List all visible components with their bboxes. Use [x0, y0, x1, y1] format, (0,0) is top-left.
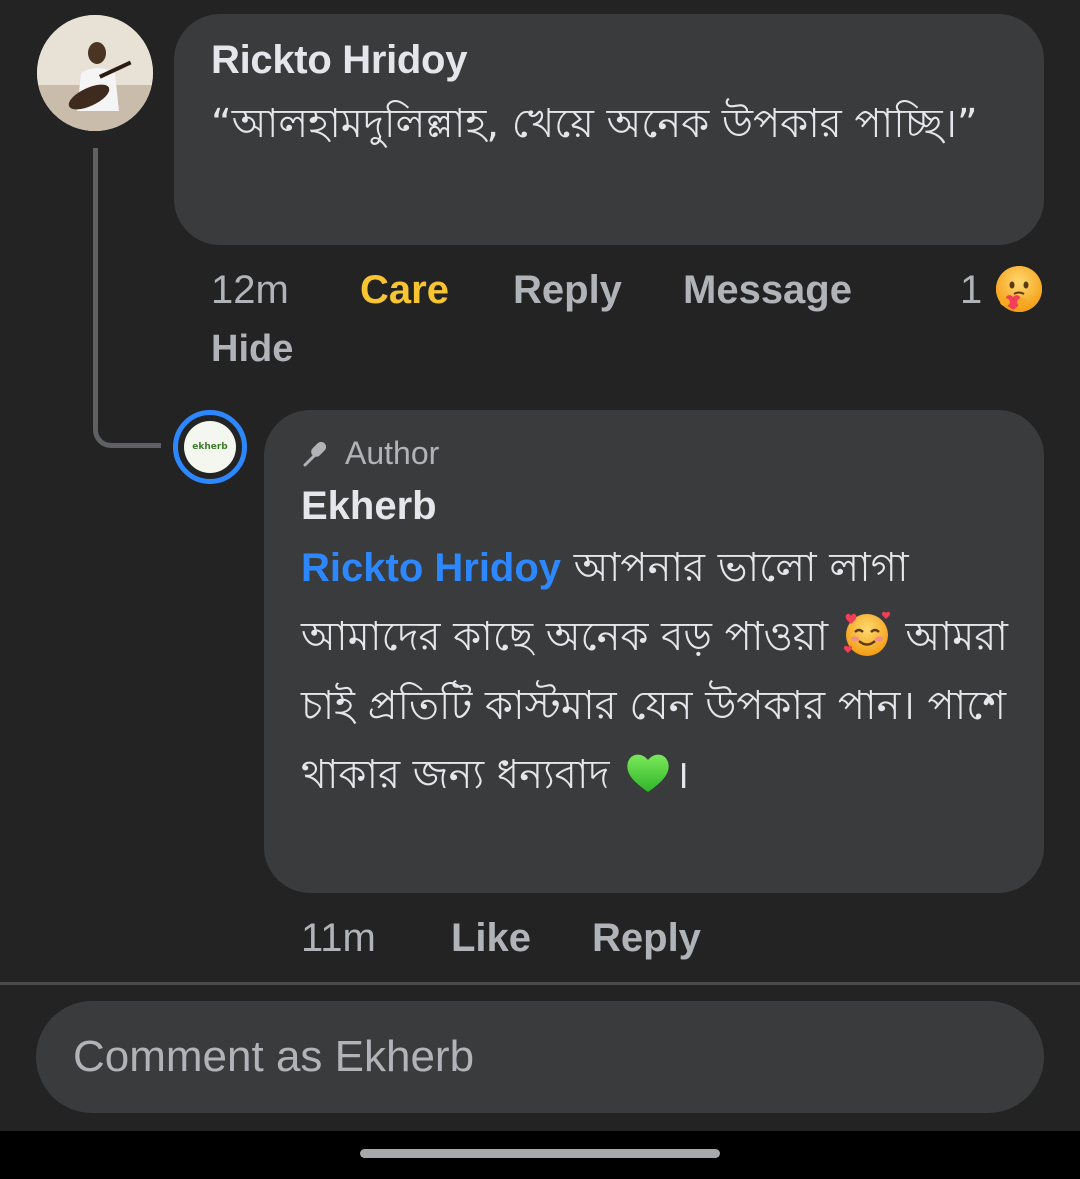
comment-timestamp[interactable]: 12m	[211, 262, 289, 318]
thread-connector	[93, 148, 161, 448]
green-heart-emoji-icon	[627, 754, 669, 792]
reply-button[interactable]: Reply	[513, 262, 622, 318]
microphone-icon	[303, 441, 327, 467]
like-button[interactable]: Like	[451, 910, 531, 966]
commenter-avatar[interactable]	[37, 15, 153, 131]
comment-bubble: Rickto Hridoy “আলহামদুলিল্লাহ, খেয়ে অনে…	[174, 14, 1044, 245]
page-avatar[interactable]: ekherb	[173, 410, 247, 484]
smiling-face-with-hearts-emoji-icon	[843, 611, 890, 656]
reaction-count[interactable]: 1	[960, 262, 982, 318]
divider	[0, 982, 1080, 985]
reply-bubble: Author Ekherb Rickto Hridoy আপনার ভালো ল…	[264, 410, 1044, 893]
comment-input-placeholder: Comment as Ekherb	[73, 1032, 475, 1081]
reply-actions: 11m Like Reply	[301, 910, 901, 966]
care-emoji-icon[interactable]	[994, 264, 1044, 314]
message-button[interactable]: Message	[683, 262, 852, 318]
logo-wordmark: ekherb	[192, 442, 228, 452]
reply-text-part3: ।	[674, 752, 690, 798]
care-reaction-button[interactable]: Care	[360, 262, 449, 318]
reply-author-name[interactable]: Ekherb	[301, 478, 1014, 534]
system-navigation-bar	[0, 1131, 1080, 1179]
hide-button[interactable]: Hide	[211, 323, 293, 375]
author-badge-label: Author	[345, 434, 440, 471]
comment-input[interactable]: Comment as Ekherb	[36, 1001, 1044, 1113]
author-badge: Author	[301, 434, 1014, 472]
comment-actions: 12m Care Reply Message 1	[211, 262, 1051, 318]
reply-reply-button[interactable]: Reply	[592, 910, 701, 966]
reply-text: Rickto Hridoy আপনার ভালো লাগা আমাদের কাছ…	[301, 534, 1014, 810]
person-with-guitar-photo	[37, 15, 153, 131]
home-gesture-handle[interactable]	[360, 1149, 720, 1158]
comment-author-name[interactable]: Rickto Hridoy	[211, 36, 1008, 84]
comment-text: “আলহামদুলিল্লাহ, খেয়ে অনেক উপকার পাচ্ছি…	[211, 101, 978, 147]
mention-link[interactable]: Rickto Hridoy	[301, 546, 561, 590]
ekherb-logo-icon: ekherb	[184, 421, 236, 473]
reply-timestamp[interactable]: 11m	[301, 910, 376, 966]
